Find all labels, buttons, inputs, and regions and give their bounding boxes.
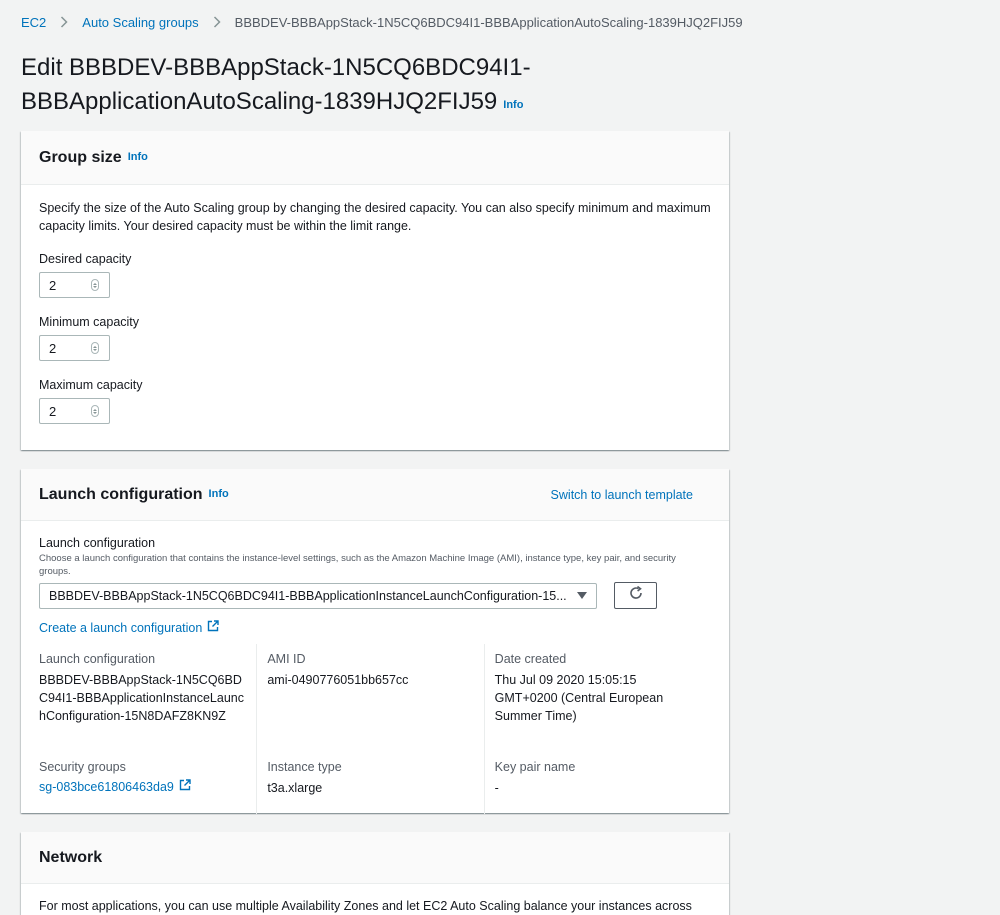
detail-value: ami-0490776051bb657cc <box>267 673 409 687</box>
page-title-line1: Edit BBBDEV-BBBAppStack-1N5CQ6BDC94I1- <box>21 54 531 81</box>
detail-key: Launch configuration <box>39 652 156 666</box>
page-title-line2: BBBApplicationAutoScaling-1839HJQ2FIJ59 <box>21 88 498 115</box>
launch-configuration-body: Launch configuration Choose a launch con… <box>21 536 729 814</box>
breadcrumb: EC2 Auto Scaling groups BBBDEV-BBBAppSta… <box>21 13 743 31</box>
caret-down-icon <box>577 592 587 599</box>
switch-to-launch-template-link[interactable]: Switch to launch template <box>551 488 693 502</box>
network-body: For most applications, you can use multi… <box>21 884 729 913</box>
detail-key: Key pair name <box>494 760 576 774</box>
chevron-right-icon <box>213 16 221 28</box>
network-title: Network <box>39 848 103 866</box>
launch-configuration-details-row2: Security groups sg-083bce61806463da9 Ins… <box>39 754 711 814</box>
detail-ami-id: AMI ID ami-0490776051bb657cc <box>256 644 483 754</box>
chevron-right-icon <box>60 16 68 28</box>
launch-configuration-select[interactable]: BBBDEV-BBBAppStack-1N5CQ6BDC94I1-BBBAppl… <box>39 582 597 609</box>
group-size-body: Specify the size of the Auto Scaling gro… <box>21 185 729 424</box>
detail-key-pair-name: Key pair name - <box>483 754 711 814</box>
minimum-capacity-label: Minimum capacity <box>39 315 140 329</box>
network-header: Network <box>21 832 729 884</box>
create-launch-configuration-label: Create a launch configuration <box>39 620 203 635</box>
minimum-capacity-value: 2 <box>49 340 57 356</box>
launch-configuration-selected-value: BBBDEV-BBBAppStack-1N5CQ6BDC94I1-BBBAppl… <box>49 588 567 603</box>
group-size-info-link[interactable]: Info <box>128 151 148 163</box>
detail-date-created: Date created Thu Jul 09 2020 15:05:15 GM… <box>483 644 711 754</box>
maximum-capacity-label: Maximum capacity <box>39 378 143 392</box>
detail-instance-type: Instance type t3a.xlarge <box>256 754 483 814</box>
detail-value: BBBDEV-BBBAppStack-1N5CQ6BDC94I1-BBBAppl… <box>39 673 244 723</box>
detail-key: AMI ID <box>267 652 306 666</box>
page-title: Edit BBBDEV-BBBAppStack-1N5CQ6BDC94I1- B… <box>21 51 741 122</box>
stepper-icon[interactable] <box>91 405 99 417</box>
launch-configuration-info-link[interactable]: Info <box>209 488 229 500</box>
launch-configuration-field-hint: Choose a launch configuration that conta… <box>39 553 676 577</box>
launch-configuration-details-row1: Launch configuration BBBDEV-BBBAppStack-… <box>39 644 711 754</box>
detail-key: Date created <box>494 652 567 666</box>
create-launch-configuration-link[interactable]: Create a launch configuration <box>39 620 711 635</box>
launch-configuration-select-row: BBBDEV-BBBAppStack-1N5CQ6BDC94I1-BBBAppl… <box>39 582 711 609</box>
breadcrumb-current: BBBDEV-BBBAppStack-1N5CQ6BDC94I1-BBBAppl… <box>234 14 743 30</box>
group-size-title-text: Group size <box>39 148 122 166</box>
external-link-icon <box>179 779 191 794</box>
launch-configuration-title-text: Launch configuration <box>39 485 203 503</box>
minimum-capacity-input[interactable]: 2 <box>39 335 110 361</box>
group-size-description: Specify the size of the Auto Scaling gro… <box>39 201 711 233</box>
launch-configuration-field-label: Launch configuration <box>39 536 156 550</box>
breadcrumb-auto-scaling-groups-link[interactable]: Auto Scaling groups <box>82 15 198 30</box>
launch-configuration-panel: Launch configuration Info Switch to launc… <box>21 469 729 814</box>
external-link-icon <box>207 620 220 635</box>
refresh-button[interactable] <box>614 582 657 609</box>
detail-value: - <box>494 781 499 795</box>
refresh-icon <box>629 585 643 605</box>
security-group-link[interactable]: sg-083bce61806463da9 <box>39 779 246 794</box>
desired-capacity-input[interactable]: 2 <box>39 272 110 298</box>
detail-key: Instance type <box>267 760 342 774</box>
maximum-capacity-input[interactable]: 2 <box>39 398 110 424</box>
maximum-capacity-value: 2 <box>49 403 57 419</box>
stepper-icon[interactable] <box>91 342 99 354</box>
detail-key: Security groups <box>39 760 126 774</box>
network-panel: Network For most applications, you can u… <box>21 832 729 915</box>
launch-configuration-header: Launch configuration Info Switch to launc… <box>21 469 729 521</box>
group-size-header: Group size Info <box>21 131 729 185</box>
group-size-title: Group size Info <box>39 149 148 167</box>
network-description: For most applications, you can use multi… <box>39 899 692 913</box>
security-group-id: sg-083bce61806463da9 <box>39 779 174 794</box>
desired-capacity-label: Desired capacity <box>39 252 132 266</box>
detail-security-groups: Security groups sg-083bce61806463da9 <box>39 754 256 814</box>
group-size-panel: Group size Info Specify the size of the A… <box>21 131 729 450</box>
detail-value: Thu Jul 09 2020 15:05:15 GMT+0200 (Centr… <box>494 673 664 723</box>
detail-value: t3a.xlarge <box>267 781 323 795</box>
breadcrumb-ec2-link[interactable]: EC2 <box>21 15 46 30</box>
stepper-icon[interactable] <box>91 279 99 291</box>
detail-launch-configuration: Launch configuration BBBDEV-BBBAppStack-… <box>39 644 256 754</box>
desired-capacity-value: 2 <box>49 277 57 293</box>
page-info-link[interactable]: Info <box>503 99 523 111</box>
launch-configuration-title: Launch configuration Info <box>39 486 229 504</box>
